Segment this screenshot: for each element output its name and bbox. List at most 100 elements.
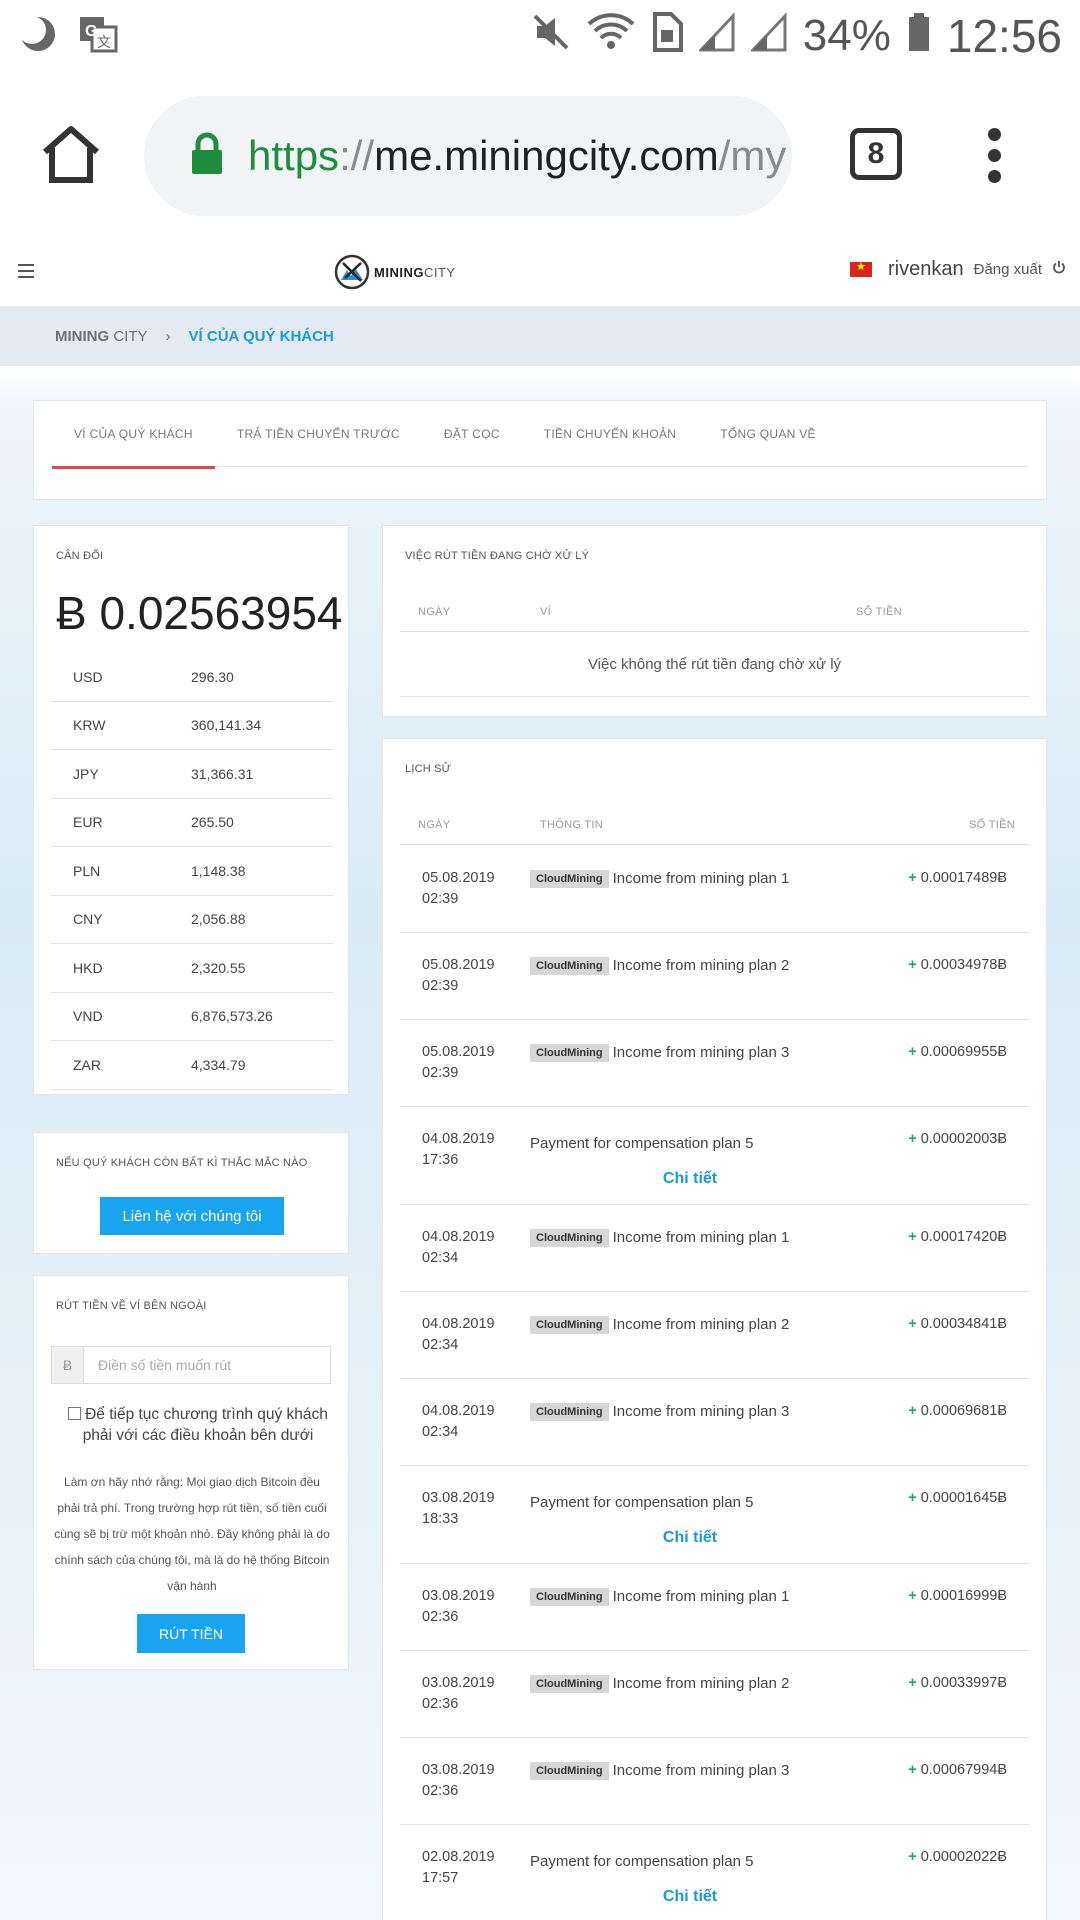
address-bar[interactable]: https://me.miningcity.com/my <box>144 96 792 216</box>
detail-link[interactable]: Chi tiết <box>400 1170 980 1188</box>
breadcrumb: MINING CITY › VÍ CỦA QUÝ KHÁCH <box>0 306 1080 366</box>
history-amount: + 0.00017420Ƀ <box>908 1229 1007 1245</box>
contact-us-button[interactable]: Liên hệ với chúng tôi <box>100 1197 284 1235</box>
history-date: 05.08.2019 02:39 <box>422 870 495 907</box>
pending-table-header: NGÀY VÍ SỐ TIỀN <box>400 588 1029 632</box>
currency-row: CNY 2,056.88 <box>51 896 333 944</box>
tab-prepaid[interactable]: TRẢ TIỀN CHUYỂN TRƯỚC <box>215 401 422 467</box>
col-amount: SỐ TIỀN <box>969 819 1015 831</box>
web-page: MININGCITY rivenkan Đăng xuất MINING CIT… <box>0 240 1080 1920</box>
history-amount: + 0.00002003Ƀ <box>908 1131 1007 1147</box>
currency-row: JPY 31,366.31 <box>51 750 333 799</box>
help-card: NẾU QUÝ KHÁCH CÒN BẤT KÌ THẮC MẮC NÀO Li… <box>33 1132 349 1254</box>
history-info: CloudMining Income from mining plan 2 <box>530 1314 810 1335</box>
cloudmining-tag: CloudMining <box>530 1316 609 1334</box>
logout-link[interactable]: Đăng xuất <box>974 261 1042 278</box>
wallet-tabs: VÍ CỦA QUÝ KHÁCH TRẢ TIỀN CHUYỂN TRƯỚC Đ… <box>52 401 1028 469</box>
currency-table: USD 296.30 KRW 360,141.34 JPY 31,366.31 EUR… <box>51 653 333 1090</box>
terms-agreement: Để tiếp tục chương trình quý khách phải … <box>58 1404 338 1446</box>
plus-icon: + <box>908 1044 921 1060</box>
browser-toolbar: https://me.miningcity.com/my 8 <box>0 72 1080 240</box>
cloudmining-tag: CloudMining <box>530 870 609 888</box>
tab-wallet[interactable]: VÍ CỦA QUÝ KHÁCH <box>52 401 215 469</box>
history-date: 02.08.2019 17:57 <box>422 1849 495 1886</box>
site-header: MININGCITY rivenkan Đăng xuất <box>0 240 1080 306</box>
history-row: 05.08.2019 02:39 CloudMining Income from mi… <box>400 846 1029 933</box>
withdraw-amount-field[interactable]: Ƀ Điền số tiền muốn rút <box>51 1346 331 1384</box>
col-wallet: VÍ <box>540 606 551 618</box>
signal-icon <box>697 9 735 63</box>
username[interactable]: rivenkan <box>888 258 964 281</box>
sim-icon <box>651 9 683 63</box>
tab-deposit[interactable]: ĐẶT CỌC <box>422 401 522 467</box>
history-info: CloudMining Income from mining plan 3 <box>530 1760 810 1781</box>
currency-row: VND 6,876,573.26 <box>51 993 333 1041</box>
history-date: 05.08.2019 02:39 <box>422 957 495 994</box>
history-row: 03.08.2019 02:36 CloudMining Income from mi… <box>400 1564 1029 1651</box>
breadcrumb-separator: › <box>165 327 171 345</box>
balance-amount: Ƀ 0.02563954 <box>56 587 343 639</box>
history-amount: + 0.00033997Ƀ <box>908 1675 1007 1691</box>
history-date: 04.08.2019 02:34 <box>422 1229 495 1266</box>
withdraw-card: RÚT TIỀN VỀ VÍ BÊN NGOÀI Ƀ Điền số tiền … <box>33 1275 349 1670</box>
breadcrumb-root[interactable]: MINING CITY <box>55 328 148 345</box>
home-icon[interactable] <box>40 124 102 189</box>
withdraw-button[interactable]: RÚT TIỀN <box>137 1614 245 1653</box>
history-date: 03.08.2019 02:36 <box>422 1762 495 1799</box>
history-info: CloudMining Income from mining plan 3 <box>530 1401 810 1422</box>
power-icon[interactable] <box>1052 260 1066 279</box>
history-row: 03.08.2019 02:36 CloudMining Income from mi… <box>400 1738 1029 1825</box>
history-date: 04.08.2019 17:36 <box>422 1131 495 1168</box>
history-info: Payment for compensation plan 5 <box>530 1494 754 1511</box>
fee-note: Làm ơn hãy nhớ rằng: Mọi giao dịch Bitco… <box>54 1475 330 1593</box>
hamburger-menu-icon[interactable] <box>18 264 34 282</box>
cloudmining-tag: CloudMining <box>530 1229 609 1247</box>
cloudmining-tag: CloudMining <box>530 1403 609 1421</box>
currency-row: EUR 265.50 <box>51 799 333 847</box>
withdraw-amount-placeholder: Điền số tiền muốn rút <box>98 1357 232 1373</box>
history-row: 04.08.2019 17:36 Payment for compensation … <box>400 1107 1029 1205</box>
battery-icon <box>907 9 931 63</box>
mute-icon <box>531 9 571 63</box>
wallet-tabs-card: VÍ CỦA QUÝ KHÁCH TRẢ TIỀN CHUYỂN TRƯỚC Đ… <box>33 400 1047 500</box>
history-row: 04.08.2019 02:34 CloudMining Income from mi… <box>400 1205 1029 1292</box>
pending-empty-message: Việc không thể rút tiền đang chờ xử lý <box>400 633 1029 697</box>
more-menu-icon[interactable] <box>988 128 1002 184</box>
tab-transfer[interactable]: TIỀN CHUYỂN KHOẢN <box>522 401 698 467</box>
history-label: LỊCH SỬ <box>405 763 452 775</box>
tab-switcher-button[interactable]: 8 <box>850 128 902 180</box>
currency-row: USD 296.30 <box>51 653 333 702</box>
clock: 12:56 <box>946 10 1062 62</box>
history-info: Payment for compensation plan 5 <box>530 1853 754 1870</box>
detail-link[interactable]: Chi tiết <box>400 1529 980 1547</box>
wifi-icon <box>587 9 635 63</box>
history-amount: + 0.00034978Ƀ <box>908 957 1007 973</box>
plus-icon: + <box>908 1588 921 1604</box>
cloudmining-tag: CloudMining <box>530 1762 609 1780</box>
help-label: NẾU QUÝ KHÁCH CÒN BẤT KÌ THẮC MẮC NÀO <box>56 1157 308 1169</box>
plus-icon: + <box>908 1762 921 1778</box>
bitcoin-prefix: Ƀ <box>52 1347 84 1383</box>
plus-icon: + <box>908 1849 921 1865</box>
plus-icon: + <box>908 870 921 886</box>
site-logo[interactable]: MININGCITY <box>334 254 456 290</box>
history-row: 03.08.2019 18:33 Payment for compensation … <box>400 1466 1029 1564</box>
history-info: CloudMining Income from mining plan 3 <box>530 1042 810 1063</box>
pending-label: VIỆC RÚT TIỀN ĐANG CHỜ XỬ LÝ <box>405 550 590 562</box>
history-info: CloudMining Income from mining plan 1 <box>530 1586 810 1607</box>
history-date: 03.08.2019 02:36 <box>422 1675 495 1712</box>
history-amount: + 0.00016999Ƀ <box>908 1588 1007 1604</box>
detail-link[interactable]: Chi tiết <box>400 1888 980 1906</box>
history-info: Payment for compensation plan 5 <box>530 1135 754 1152</box>
signal-icon <box>749 9 787 63</box>
history-row: 02.08.2019 17:57 Payment for compensation … <box>400 1825 1029 1920</box>
pending-withdrawals-card: VIỆC RÚT TIỀN ĐANG CHỜ XỬ LÝ NGÀY VÍ SỐ … <box>382 525 1047 717</box>
tab-overview[interactable]: TỔNG QUAN VỀ <box>698 401 838 467</box>
vietnam-flag-icon[interactable] <box>850 260 872 277</box>
terms-checkbox[interactable] <box>68 1407 82 1420</box>
svg-text:文: 文 <box>97 34 111 50</box>
history-date: 03.08.2019 18:33 <box>422 1490 495 1527</box>
status-bar: G文 34% 12:56 <box>0 0 1080 72</box>
url-text: https://me.miningcity.com/my <box>248 132 787 179</box>
currency-row: KRW 360,141.34 <box>51 702 333 750</box>
